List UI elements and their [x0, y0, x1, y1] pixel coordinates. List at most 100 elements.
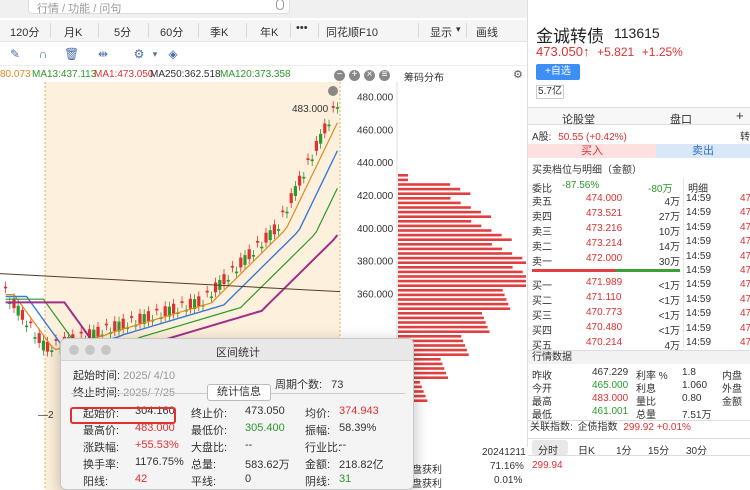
chip-bar: [398, 197, 451, 200]
chip-profit-area: 20241211 盘获利 71.16% 盘获利 0.01%: [412, 447, 528, 490]
profit-label-2: 盘获利: [412, 479, 442, 490]
orderbook-title: 买卖档位与明细（金额）: [532, 165, 642, 176]
candle-body: [138, 313, 142, 324]
orderbook-row[interactable]: 卖一 472.000 30万: [532, 253, 680, 268]
stat-label: 最低价:: [191, 425, 228, 437]
tick-value: 47: [740, 293, 750, 305]
magnet-icon[interactable]: ∩: [36, 47, 50, 61]
orderbook-row[interactable]: 卖三 473.216 10万: [532, 223, 680, 238]
candle-body: [121, 318, 125, 329]
price-line: 473.050↑ +5.821 +1.25%: [536, 44, 687, 59]
period-monthly[interactable]: 月K: [64, 24, 82, 40]
max-price-label: 483.000: [292, 104, 329, 115]
chip-settings-icon[interactable]: ⚙: [513, 68, 523, 81]
sell-button[interactable]: 卖出: [656, 144, 750, 158]
orderbook-row[interactable]: 卖二 473.214 14万: [532, 238, 680, 253]
orderbook-row[interactable]: 卖四 473.521 27万: [532, 208, 680, 223]
stat-label: 涨跌幅:: [83, 442, 120, 454]
period-120min[interactable]: 120分: [10, 24, 39, 40]
tab-forum[interactable]: 论股堂: [562, 111, 595, 127]
orderbook-row[interactable]: 买一 471.989 <1万: [532, 277, 680, 292]
stat-value: 42: [135, 473, 148, 485]
stat-item: 总量: 583.62万: [191, 456, 290, 472]
orderbook-row[interactable]: 买五 470.214 4万: [532, 337, 680, 352]
layers-icon[interactable]: ◈: [166, 47, 180, 61]
chip-bar: [398, 316, 484, 320]
chip-bar: [398, 192, 471, 195]
y-tick-label: 360.000: [357, 289, 394, 300]
highlight-box: [70, 407, 176, 424]
search-input[interactable]: 行情 / 功能 / 问句: [28, 0, 290, 15]
ob-amount: <1万: [658, 281, 680, 292]
tick-row: 14:59 47: [686, 294, 750, 308]
period-5min[interactable]: 5分: [114, 24, 131, 40]
stats-info-button[interactable]: 统计信息: [207, 384, 271, 401]
more-periods-button[interactable]: •••: [296, 22, 308, 34]
f10-button[interactable]: 同花顺F10: [326, 24, 378, 40]
candle-body: [247, 249, 251, 260]
md-value-1: 467.229: [592, 367, 629, 378]
tab-orderbook[interactable]: 盘口: [670, 111, 692, 127]
orderbook-row[interactable]: 卖五 474.000 4万: [532, 193, 680, 208]
settings-icon[interactable]: ⚙: [132, 47, 146, 61]
chip-bar: [398, 275, 526, 278]
period-yearly[interactable]: 年K: [260, 24, 278, 40]
tab-15min[interactable]: 15分: [648, 442, 669, 457]
period-quarterly[interactable]: 季K: [210, 24, 228, 40]
tab-daily-k[interactable]: 日K: [578, 442, 595, 457]
chip-bar: [398, 229, 492, 232]
draw-line-button[interactable]: 画线: [476, 24, 498, 40]
chevron-down-icon[interactable]: ▾: [148, 47, 162, 61]
add-tab-icon[interactable]: +: [736, 108, 744, 123]
tab-intraday[interactable]: 分时: [538, 442, 558, 457]
menu-icon[interactable]: ≡: [379, 70, 390, 81]
chip-bar: [398, 302, 509, 306]
tab-30min[interactable]: 30分: [686, 442, 707, 457]
tick-row: 14:59 47: [686, 265, 750, 279]
period-60min[interactable]: 60分: [160, 24, 183, 40]
tick-row: 14:59 47: [686, 251, 750, 265]
display-button[interactable]: 显示: [430, 24, 452, 40]
tab-1min[interactable]: 1分: [616, 442, 632, 457]
profit-value-1: 71.16%: [490, 461, 524, 472]
zoom-out-icon[interactable]: −: [334, 70, 345, 81]
stat-item: 行业比: --: [305, 439, 346, 455]
md-value-2: 7.51万: [682, 410, 712, 421]
tick-row: 14:59 47: [686, 308, 750, 322]
stat-value: --: [245, 439, 253, 451]
related-index[interactable]: 关联指数: 企债指数 299.92 +0.01%: [528, 420, 750, 434]
close-indicator-icon[interactable]: ×: [364, 70, 375, 81]
chip-bar: [398, 178, 408, 182]
split-icon[interactable]: ⇹: [96, 47, 110, 61]
candle-body: [230, 265, 234, 268]
add-watchlist-button[interactable]: +自选: [536, 64, 580, 80]
orderbook-row[interactable]: 买二 471.110 <1万: [532, 292, 680, 307]
chip-bar: [398, 261, 526, 264]
candle-body: [33, 337, 37, 339]
dialog-titlebar[interactable]: 区间统计: [61, 339, 413, 361]
related-index-name: 企债指数: [577, 422, 618, 433]
stat-label: 金额:: [305, 459, 331, 471]
buy-sell-bar: 买入 卖出: [528, 144, 750, 158]
buy-button[interactable]: 买入: [528, 144, 656, 158]
microphone-icon[interactable]: [276, 0, 284, 10]
zoom-in-icon[interactable]: +: [349, 70, 360, 81]
chip-bar: [398, 183, 451, 186]
pen-icon[interactable]: ✎: [8, 47, 22, 61]
profit-label-1: 盘获利: [412, 465, 442, 476]
md-value-2: 1.060: [682, 380, 708, 391]
chip-bar: [398, 256, 523, 260]
stat-item: 平线: 0: [191, 473, 251, 489]
orderbook-row[interactable]: 买三 470.773 <1万: [532, 307, 680, 322]
chip-bar: [398, 243, 492, 246]
y-tick-label: 440.000: [357, 158, 394, 169]
stat-value: 374.943: [339, 405, 379, 417]
stat-value: --: [339, 439, 347, 451]
tick-value: 47: [740, 250, 750, 262]
tick-row: 14:59 47: [686, 337, 750, 351]
trash-icon[interactable]: 🗑: [64, 47, 79, 61]
orderbook-row[interactable]: 买四 470.480 <1万: [532, 322, 680, 337]
ob-price: 470.214: [586, 337, 623, 348]
ob-amount: 4万: [664, 197, 680, 208]
chip-bar: [398, 220, 472, 223]
